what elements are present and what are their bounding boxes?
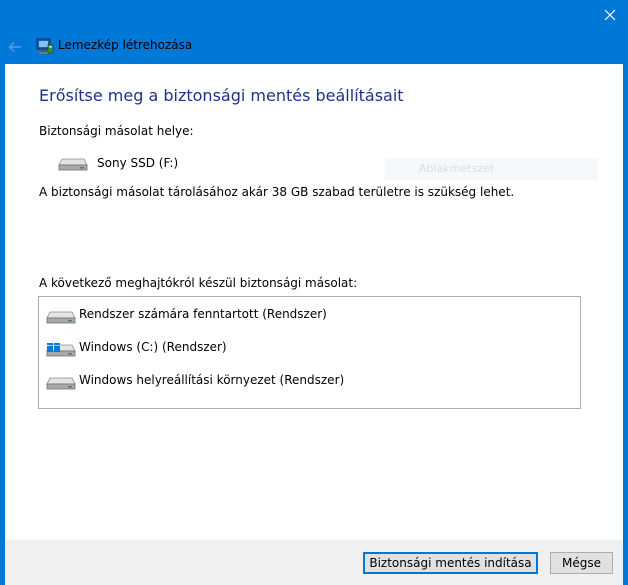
drives-list[interactable]: Rendszer számára fenntartott (Rendszer) … (38, 296, 581, 409)
wizard-footer: Biztonsági mentés indítása Mégse (5, 540, 623, 585)
drive-icon (46, 377, 76, 390)
drive-label: Windows helyreállítási környezet (Rendsz… (79, 373, 345, 387)
drive-label: Windows (C:) (Rendszer) (79, 340, 227, 354)
drive-icon (46, 311, 76, 324)
start-backup-button[interactable]: Biztonsági mentés indítása (363, 552, 538, 574)
window-title: Lemezkép létrehozása (58, 38, 193, 52)
drive-icon (58, 158, 88, 171)
back-arrow-icon (8, 42, 21, 52)
list-item[interactable]: Windows (C:) (Rendszer) (44, 338, 574, 360)
close-button[interactable] (592, 0, 628, 30)
ghost-overlay-text: Ablakmetszet (385, 158, 598, 180)
drive-label: Rendszer számára fenntartott (Rendszer) (79, 307, 327, 321)
drives-list-label: A következő meghajtókról készül biztonsá… (39, 276, 358, 290)
backup-location-name: Sony SSD (F:) (97, 156, 179, 170)
page-heading: Erősítse meg a biztonsági mentés beállít… (39, 86, 404, 105)
backup-location-label: Biztonsági másolat helye: (39, 124, 194, 138)
close-icon (604, 9, 616, 21)
back-button[interactable] (4, 36, 26, 58)
wizard-header: Lemezkép létrehozása (0, 30, 628, 64)
list-item[interactable]: Windows helyreállítási környezet (Rendsz… (44, 371, 574, 393)
wizard-content: Erősítse meg a biztonsági mentés beállít… (5, 64, 623, 540)
space-requirement-note: A biztonsági másolat tárolásához akár 38… (39, 185, 515, 199)
list-item[interactable]: Rendszer számára fenntartott (Rendszer) (44, 305, 574, 327)
windows-drive-icon (46, 343, 76, 357)
title-bar (0, 0, 628, 30)
cancel-button[interactable]: Mégse (550, 552, 613, 574)
backup-computer-icon (36, 38, 54, 54)
